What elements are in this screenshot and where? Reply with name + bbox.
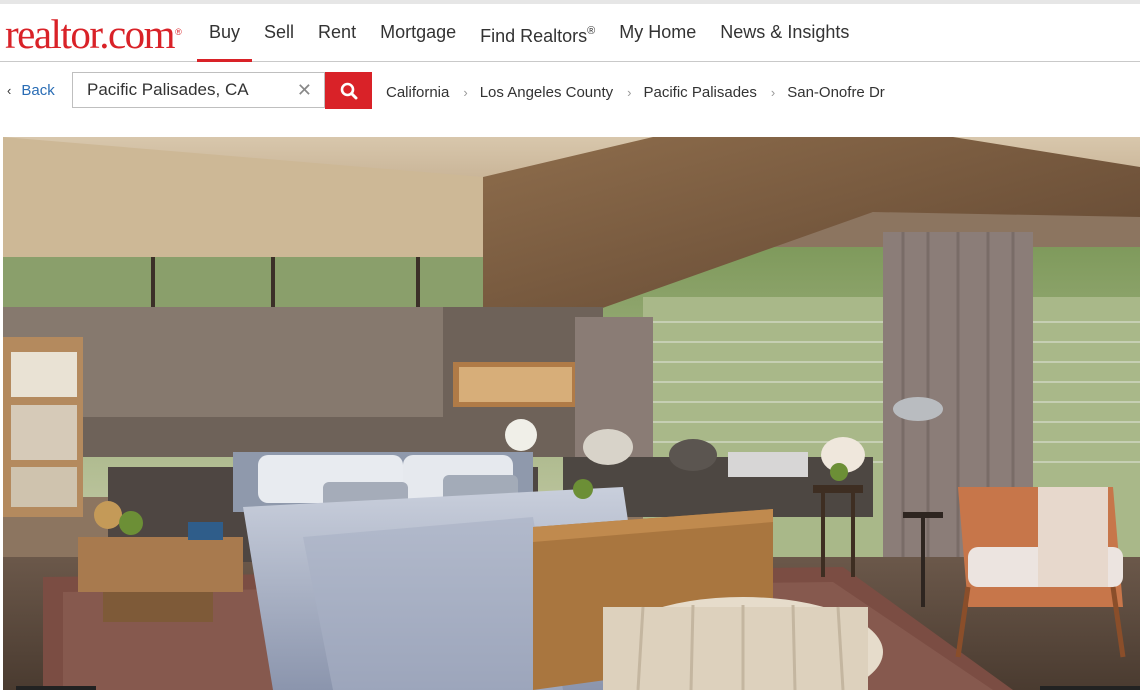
registered-mark: ® (587, 25, 596, 37)
breadcrumb-item-county[interactable]: Los Angeles County (480, 84, 613, 101)
nav-buy[interactable]: Buy (197, 4, 253, 62)
search-icon (340, 82, 357, 99)
nav-rent-label: Rent (318, 22, 357, 42)
nav-find-realtors[interactable]: Find Realtors® (468, 4, 607, 61)
listing-photo[interactable] (3, 137, 1140, 690)
realtor-logo[interactable]: realtor.com® (5, 10, 182, 58)
gallery-control-left[interactable] (16, 686, 96, 690)
gallery-control-right[interactable] (1040, 686, 1140, 690)
nav-rent[interactable]: Rent (306, 4, 368, 61)
nav-find-realtors-label: Find Realtors (480, 26, 588, 46)
nav-buy-label: Buy (209, 22, 241, 42)
nav-my-home-label: My Home (619, 22, 697, 42)
breadcrumb: California › Los Angeles County › Pacifi… (386, 84, 885, 101)
chevron-right-icon: › (770, 85, 776, 100)
back-label: Back (21, 82, 55, 99)
registered-mark: ® (175, 27, 182, 37)
breadcrumb-item-street: San-Onofre Dr (787, 84, 885, 101)
breadcrumb-item-city[interactable]: Pacific Palisades (644, 84, 757, 101)
nav-sell[interactable]: Sell (252, 4, 306, 61)
site-header: realtor.com® Buy Sell Rent Mortgage Find… (0, 4, 1140, 62)
nav-news-insights[interactable]: News & Insights (708, 4, 861, 61)
close-icon[interactable]: ✕ (297, 80, 312, 100)
nav-news-insights-label: News & Insights (720, 22, 850, 42)
search-box: ✕ (72, 72, 325, 108)
nav-mortgage-label: Mortgage (380, 22, 457, 42)
logo-text: realtor.com (5, 11, 176, 57)
nav-mortgage[interactable]: Mortgage (368, 4, 468, 61)
nav-sell-label: Sell (264, 22, 295, 42)
chevron-left-icon: ‹ (7, 83, 12, 98)
nav-my-home[interactable]: My Home (607, 4, 708, 61)
chevron-right-icon: › (627, 85, 632, 100)
search-input[interactable] (73, 73, 293, 107)
main-nav: Buy Sell Rent Mortgage Find Realtors® My… (197, 4, 861, 62)
back-link[interactable]: ‹ Back (7, 82, 55, 99)
breadcrumb-item-state[interactable]: California (386, 84, 449, 101)
search-button[interactable] (325, 72, 372, 109)
bedroom-photo (3, 137, 1140, 690)
chevron-right-icon: › (463, 85, 468, 100)
